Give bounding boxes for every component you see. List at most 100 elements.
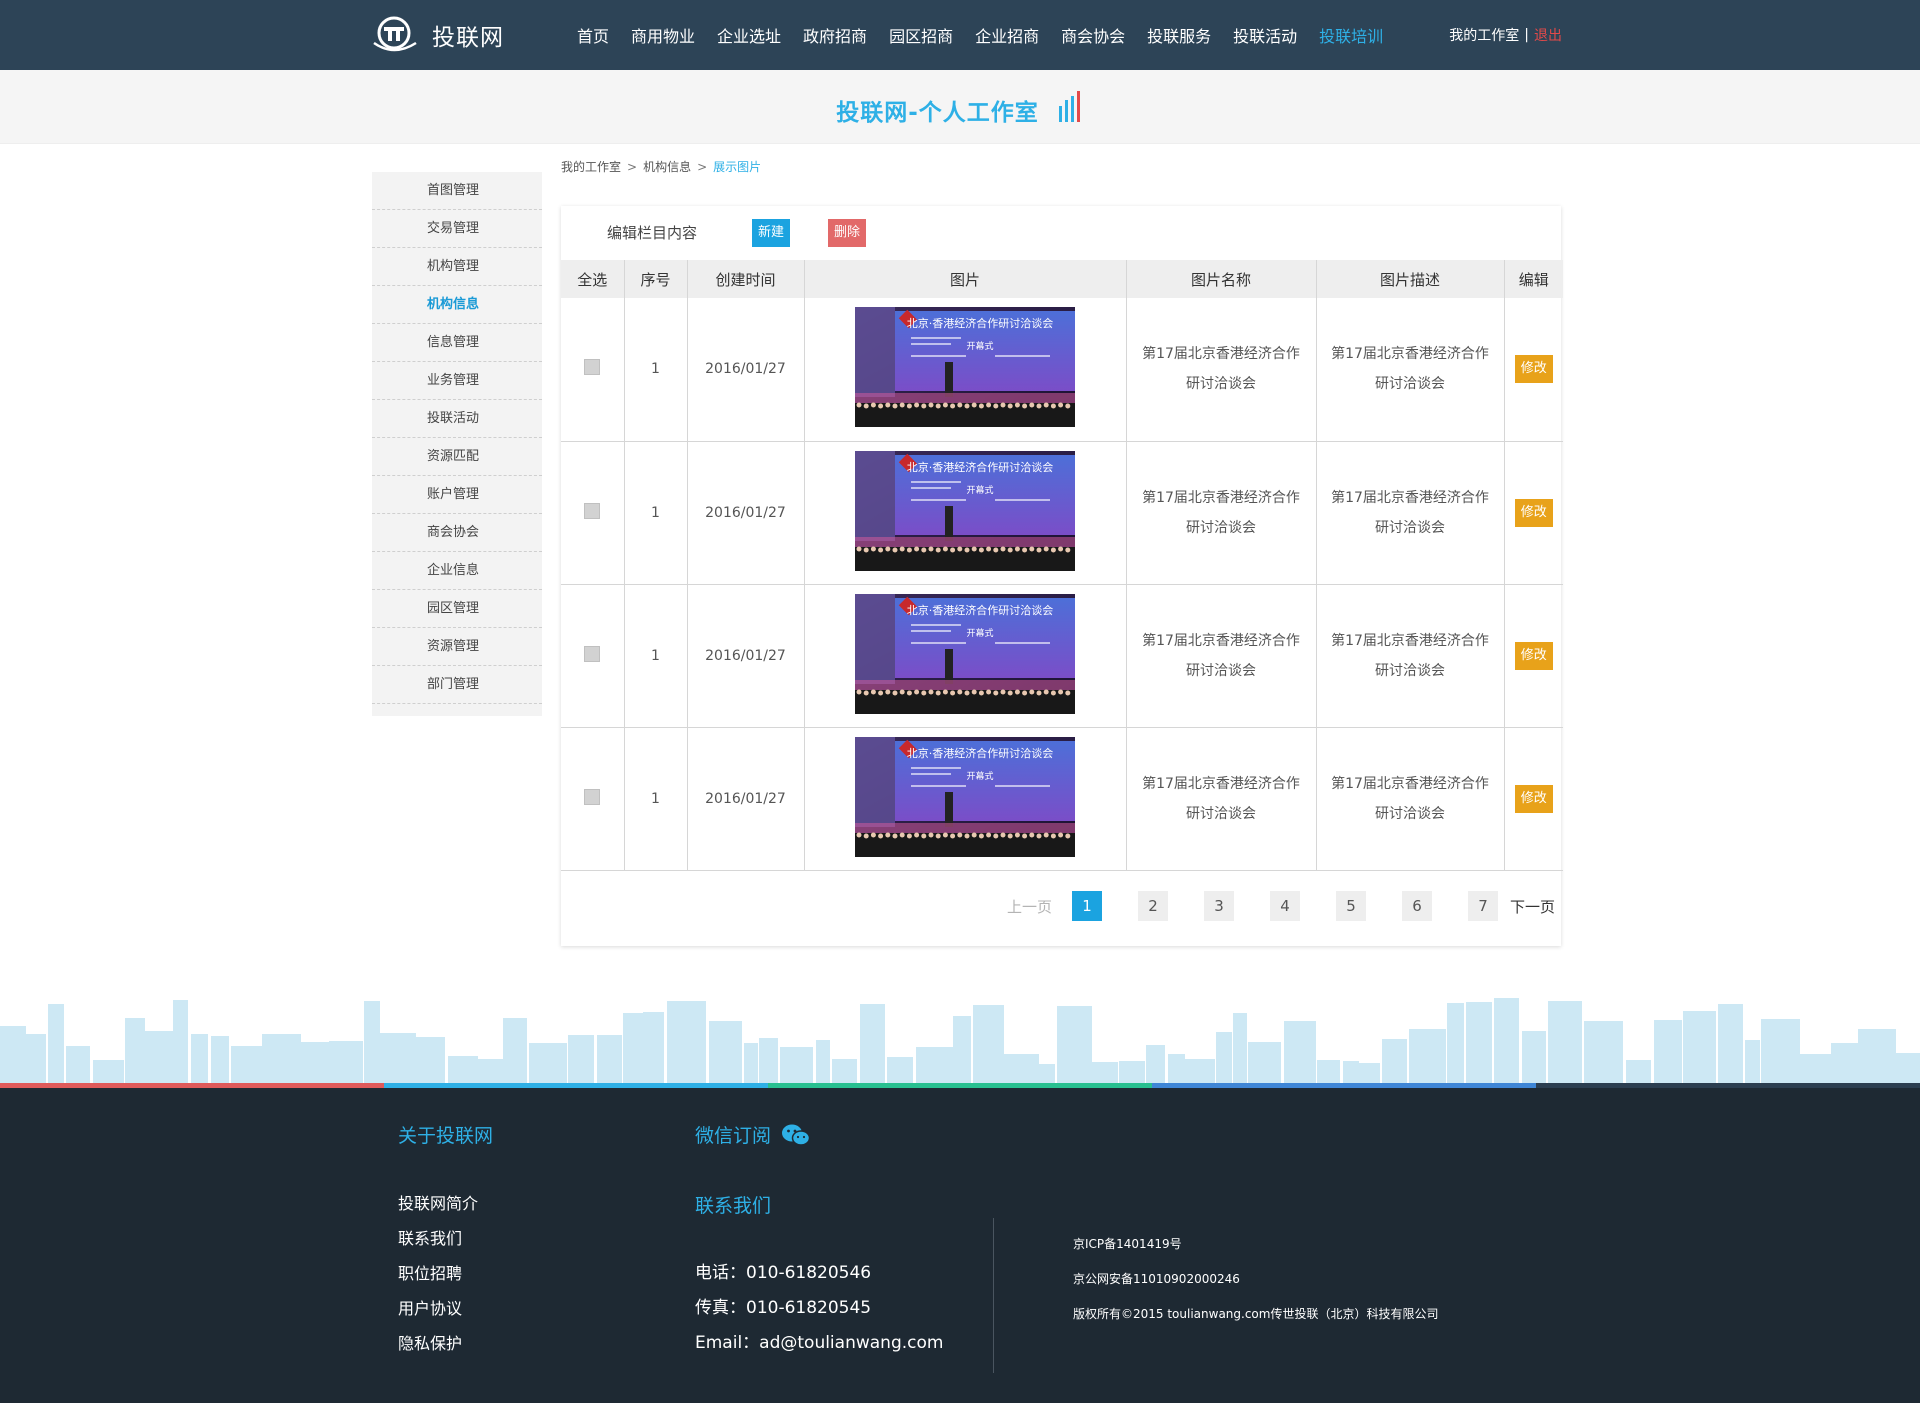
page-button-7[interactable]: 7 [1467,891,1498,921]
main-nav: 首页 商用物业 企业选址 政府招商 园区招商 企业招商 商会协会 投联服务 投联… [566,0,1394,70]
footer-about-title: 关于投联网 [398,1125,494,1147]
breadcrumb-studio[interactable]: 我的工作室 [561,160,621,174]
page-banner: 投联网-个人工作室 [0,70,1920,144]
site-footer: 关于投联网 投联网简介 联系我们 职位招聘 用户协议 隐私保护 微信订阅 联系我… [0,1088,1920,1403]
event-photo: 北京·香港经济合作研讨洽谈会 开幕式 [855,593,1075,714]
sidebar-item-info-management[interactable]: 信息管理 [372,324,542,362]
page-button-1[interactable]: 1 [1071,891,1102,921]
edit-button[interactable]: 修改 [1514,784,1553,813]
nav-training[interactable]: 投联培训 [1319,23,1383,47]
nav-enterprise-investment[interactable]: 企业招商 [975,23,1039,47]
breadcrumb-current: 展示图片 [713,160,762,174]
bar-chart-icon [1058,91,1080,122]
sidebar-item-activities[interactable]: 投联活动 [372,400,542,438]
sidebar-item-resource-management[interactable]: 资源管理 [372,628,542,666]
sidebar-item-enterprise-info[interactable]: 企业信息 [372,552,542,590]
footer-link-agreement[interactable]: 用户协议 [398,1299,478,1334]
table-header-row: 全选 序号 创建时间 图片 图片名称 图片描述 编辑 [561,260,1563,298]
table-row: 1 2016/01/27 北京·香港经济合作研讨洽谈会 开幕式 第17届北京香港… [561,441,1563,585]
footer-legal: 京ICP备1401419号 京公网安备11010902000246 版权所有©2… [1073,1234,1438,1339]
footer-icp[interactable]: 京ICP备1401419号 [1073,1234,1438,1269]
image-table: 全选 序号 创建时间 图片 图片名称 图片描述 编辑 1 2016/01/27 [561,260,1563,871]
breadcrumb: 我的工作室 > 机构信息 > 展示图片 [561,158,761,175]
column-image-name: 图片名称 [1126,260,1317,298]
conference-photo-graphic: 北京·香港经济合作研讨洽谈会 开幕式 [855,450,1075,571]
row-index: 1 [624,441,688,585]
event-photo: 北京·香港经济合作研讨洽谈会 开幕式 [855,450,1075,571]
row-checkbox[interactable] [584,359,601,376]
nav-site-selection[interactable]: 企业选址 [717,23,781,47]
footer-police-record[interactable]: 京公网安备11010902000246 [1073,1269,1438,1304]
row-index: 1 [624,584,688,728]
table-row: 1 2016/01/27 北京·香港经济合作研讨洽谈会 开幕式 第17届北京香港… [561,727,1563,871]
new-button[interactable]: 新建 [752,219,790,247]
footer-contact-info: 电话：010-61820546 传真：010-61820545 Email：ad… [695,1263,943,1368]
breadcrumb-org-info[interactable]: 机构信息 [643,160,691,174]
footer-contact-title: 联系我们 [695,1195,772,1217]
page-title-text: 投联网-个人工作室 [836,100,1039,126]
delete-button[interactable]: 删除 [828,219,866,247]
svg-text:开幕式: 开幕式 [966,627,993,639]
sidebar-item-chamber[interactable]: 商会协会 [372,514,542,552]
footer-link-jobs[interactable]: 职位招聘 [398,1264,478,1299]
column-edit: 编辑 [1504,260,1563,298]
row-checkbox[interactable] [584,502,601,519]
user-links: 我的工作室 | 退出 [1449,0,1562,70]
sidebar-item-home-images[interactable]: 首图管理 [372,172,542,210]
page-button-4[interactable]: 4 [1269,891,1300,921]
edit-button[interactable]: 修改 [1514,641,1553,670]
sidebar-item-park-management[interactable]: 园区管理 [372,590,542,628]
footer-link-contact[interactable]: 联系我们 [398,1229,478,1264]
svg-text:开幕式: 开幕式 [966,484,993,496]
sidebar-item-account[interactable]: 账户管理 [372,476,542,514]
my-studio-link[interactable]: 我的工作室 [1449,25,1519,45]
row-date: 2016/01/27 [687,727,805,871]
sidebar-item-transactions[interactable]: 交易管理 [372,210,542,248]
footer-wechat-title: 微信订阅 [695,1125,772,1147]
page-button-6[interactable]: 6 [1401,891,1432,921]
site-logo[interactable]: 投联网 [370,13,504,57]
prev-page-button[interactable]: 上一页 [1007,896,1052,917]
row-checkbox[interactable] [584,788,601,805]
logout-link[interactable]: 退出 [1534,25,1562,45]
nav-chamber-association[interactable]: 商会协会 [1061,23,1125,47]
sidebar-item-org-management[interactable]: 机构管理 [372,248,542,286]
wechat-icon[interactable] [781,1123,811,1147]
event-photo: 北京·香港经济合作研讨洽谈会 开幕式 [855,307,1075,428]
row-index: 1 [624,298,688,442]
conference-photo-graphic: 北京·香港经济合作研讨洽谈会 开幕式 [855,593,1075,714]
page-button-2[interactable]: 2 [1137,891,1168,921]
nav-park-investment[interactable]: 园区招商 [889,23,953,47]
footer-copyright: 版权所有©2015 toulianwang.com传世投联（北京）科技有限公司 [1073,1307,1439,1321]
footer-divider [993,1218,994,1373]
sidebar-item-org-info[interactable]: 机构信息 [372,286,542,324]
edit-button[interactable]: 修改 [1514,498,1553,527]
footer-link-intro[interactable]: 投联网简介 [398,1194,478,1229]
page-button-5[interactable]: 5 [1335,891,1366,921]
nav-commercial-property[interactable]: 商用物业 [631,23,695,47]
breadcrumb-separator: > [627,160,638,174]
footer-link-privacy[interactable]: 隐私保护 [398,1334,478,1369]
nav-home[interactable]: 首页 [577,23,609,47]
next-page-button[interactable]: 下一页 [1510,896,1555,917]
row-checkbox[interactable] [584,645,601,662]
sidebar-item-department[interactable]: 部门管理 [372,666,542,704]
table-row: 1 2016/01/27 北京·香港经济合作研讨洽谈会 开幕式 第17届北京香港… [561,298,1563,442]
column-created-time: 创建时间 [687,260,805,298]
column-select-all[interactable]: 全选 [561,260,625,298]
row-image-name: 第17届北京香港经济合作研讨洽谈会 [1126,441,1317,585]
svg-text:北京·香港经济合作研讨洽谈会: 北京·香港经济合作研讨洽谈会 [907,460,1054,474]
nav-activities[interactable]: 投联活动 [1233,23,1297,47]
logo-icon [373,16,417,52]
page-title: 投联网-个人工作室 [0,90,1920,127]
sidebar-item-business-management[interactable]: 业务管理 [372,362,542,400]
footer-email[interactable]: Email：ad@toulianwang.com [695,1333,943,1368]
nav-government-investment[interactable]: 政府招商 [803,23,867,47]
footer-fax: 传真：010-61820545 [695,1298,872,1318]
sidebar-item-resource-matching[interactable]: 资源匹配 [372,438,542,476]
edit-button[interactable]: 修改 [1514,355,1553,384]
city-skyline-decoration [0,998,1920,1083]
nav-services[interactable]: 投联服务 [1147,23,1211,47]
panel-title: 编辑栏目内容 [607,224,698,242]
page-button-3[interactable]: 3 [1203,891,1234,921]
